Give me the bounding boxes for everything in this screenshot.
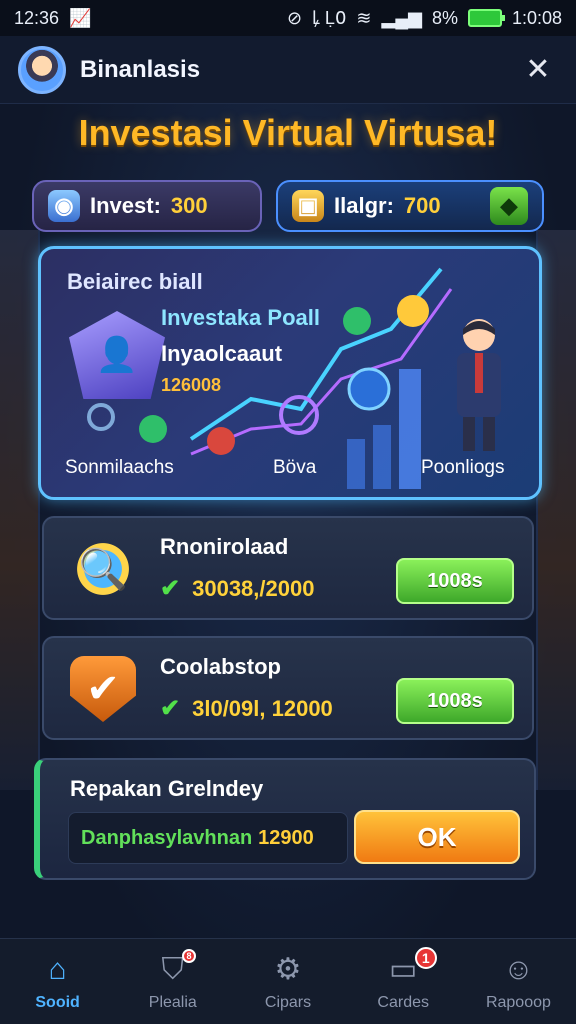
nav-item-profile[interactable]: ☺ Rapooop <box>461 939 576 1024</box>
add-funds-icon[interactable]: ◆ <box>490 187 528 225</box>
hero-heading: Investaka Poall <box>161 305 320 330</box>
bottom-nav: ⌂ Sooid ⛉ 8 Plealia ⚙ Cipars ▭ 1 Cardes … <box>0 938 576 1024</box>
nav-label: Cardes <box>377 993 429 1011</box>
home-icon: ⌂ <box>48 952 67 986</box>
profile-icon: ☺ <box>503 952 534 986</box>
reward-field: Danphasylavhnan 12900 <box>68 812 348 864</box>
app-header: Binanlasis ✕ <box>0 36 576 104</box>
cell-signal-icon: ▂▄▆ <box>381 7 422 28</box>
task-title: Rnonirolaad <box>160 534 289 559</box>
invest-value: 300 <box>170 193 208 218</box>
status-time: 12:36 <box>14 7 60 28</box>
nav-item-settings[interactable]: ⚙ Cipars <box>230 939 345 1024</box>
invest-pill[interactable]: ◉ Invest: 300 <box>32 180 262 232</box>
check-icon: ✔ <box>160 575 181 602</box>
businesswoman-illustration <box>457 319 501 451</box>
background-decoration-left <box>0 230 40 790</box>
balance-value: 700 <box>403 193 441 218</box>
task-progress-value: 30038,/2000 <box>192 575 315 601</box>
hero-label-3: Poonliogs <box>421 457 505 478</box>
battery-percent: 8% <box>431 7 458 28</box>
task-progress-value: 3l0/09l, 12000 <box>192 695 333 721</box>
task-title: Coolabstop <box>160 654 281 679</box>
balance-label: Ilalgr: <box>334 193 394 218</box>
gear-icon: ⚙ <box>274 953 302 986</box>
hero-label-1: Sonmilaachs <box>65 457 174 478</box>
notification-badge: 8 <box>182 949 197 963</box>
nav-item-cards[interactable]: ▭ 1 Cardes <box>346 939 461 1024</box>
task-progress: ✔ 3l0/09l, 12000 <box>160 694 333 723</box>
notification-badge: 1 <box>414 947 437 969</box>
reward-title: Repakan Grelndey <box>70 776 264 801</box>
task-claim-button[interactable]: 1008s <box>396 558 514 604</box>
nav-label: Plealia <box>148 993 197 1011</box>
magnifier-icon: 🔍 <box>70 536 136 602</box>
nav-label: Sooid <box>35 993 80 1011</box>
checkmark-shield-icon: ✔ <box>70 656 136 722</box>
coin-stack-icon: ◉ <box>48 190 80 222</box>
hero-title: Beiairec biall <box>67 269 203 294</box>
battery-icon <box>467 9 505 27</box>
balance-pill[interactable]: ▣ Ilalgr: 700 ◆ <box>276 180 544 232</box>
task-card: ✔ Coolabstop ✔ 3l0/09l, 12000 1008s <box>42 636 534 740</box>
reward-amount: 12900 <box>258 826 314 849</box>
hero-subheading: Inyaolcaaut <box>161 341 283 366</box>
hero-card[interactable]: Beiairec biall 👤 Investaka Poall Inyaolc… <box>38 246 542 500</box>
background-decoration-right <box>536 230 576 790</box>
app-title: Binanlasis <box>80 55 201 83</box>
dnd-icon: ⊘ <box>286 7 303 28</box>
task-claim-button[interactable]: 1008s <box>396 678 514 724</box>
activity-icon: 📈 <box>69 7 92 28</box>
hero-number: 126008 <box>161 375 222 395</box>
nav-item-shield[interactable]: ⛉ 8 Plealia <box>115 939 230 1024</box>
signal-info: ꝲ Ḷ߀ <box>312 8 347 28</box>
nav-item-home[interactable]: ⌂ Sooid <box>0 939 115 1024</box>
check-icon: ✔ <box>160 695 181 722</box>
task-progress: ✔ 30038,/2000 <box>160 574 314 603</box>
nav-label: Rapooop <box>485 993 551 1011</box>
ok-button[interactable]: OK <box>354 810 520 864</box>
avatar[interactable] <box>18 45 66 94</box>
hero-label-2: Böva <box>273 457 317 478</box>
status-bar: 12:36 📈 ⊘ ꝲ Ḷ߀ ≋ ▂▄▆ 8% 1:0:08 <box>0 0 576 36</box>
tools-icon[interactable]: ✕ <box>518 50 558 90</box>
wifi-icon: ≋ <box>356 7 372 28</box>
status-clock-right: 1:0:08 <box>511 7 562 28</box>
invest-label: Invest: <box>90 193 161 218</box>
page-title: Investasi Virtual Virtusa! <box>78 112 498 153</box>
nav-label: Cipars <box>264 993 312 1011</box>
task-card: 🔍 Rnonirolaad ✔ 30038,/2000 1008s <box>42 516 534 620</box>
money-chest-icon: ▣ <box>292 190 324 222</box>
reward-card: Repakan Grelndey Danphasylavhnan 12900 O… <box>34 758 536 880</box>
reward-field-text: Danphasylavhnan <box>81 826 253 849</box>
